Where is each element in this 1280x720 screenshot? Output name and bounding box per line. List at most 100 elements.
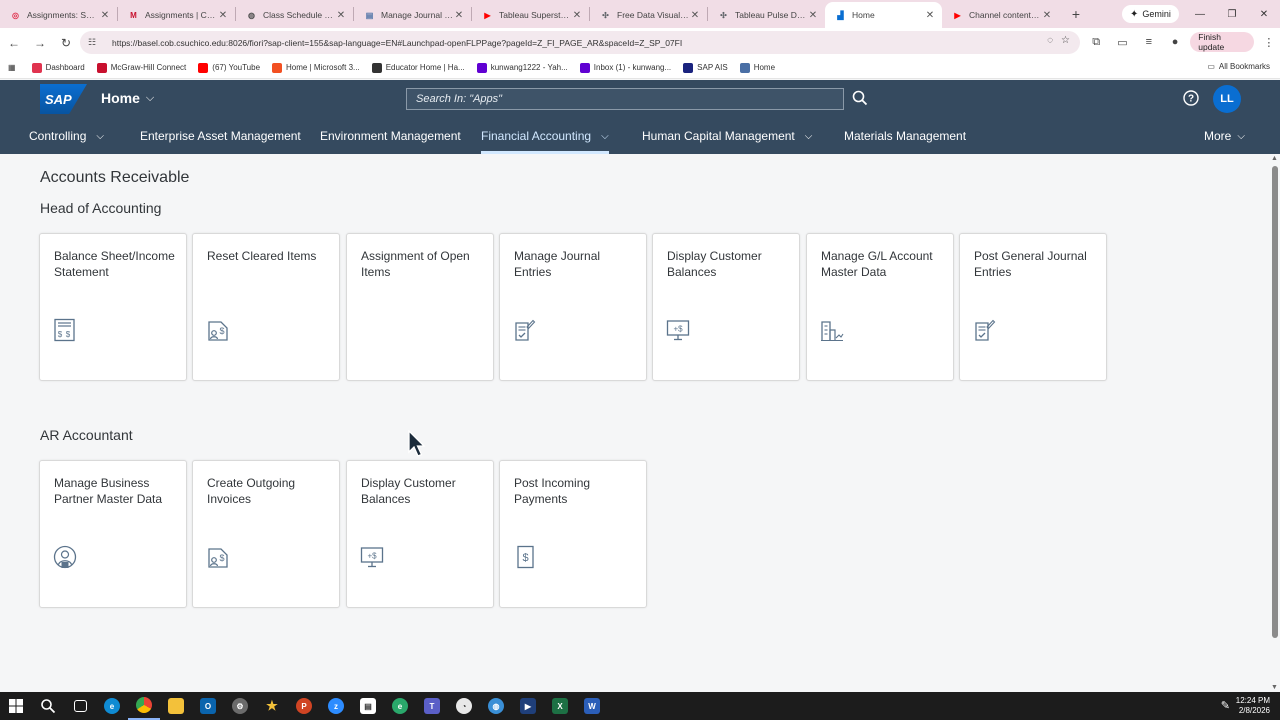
bookmark-star-icon[interactable]: ☆ <box>1061 35 1070 46</box>
bookmark-item[interactable]: Educator Home | Ha... <box>371 62 465 73</box>
apps-grid-icon[interactable]: ▦ <box>8 63 16 72</box>
window-close-icon[interactable]: ✕ <box>1248 0 1280 28</box>
site-info-icon[interactable]: ☷ <box>88 37 100 48</box>
scroll-down-icon[interactable]: ▼ <box>1271 684 1278 691</box>
browser-tab[interactable]: ✣ Tableau Pulse Demo ✕ <box>708 2 825 28</box>
avatar[interactable]: LL <box>1213 85 1241 113</box>
tile-display-customer-balances-ar[interactable]: Display Customer Balances +$ <box>346 460 494 608</box>
chevron-down-icon: ⌵ <box>96 130 104 142</box>
tile-post-incoming-payments[interactable]: Post Incoming Payments $ <box>499 460 647 608</box>
taskbar-app[interactable]: ⚙ <box>224 692 256 720</box>
close-icon[interactable]: ✕ <box>807 10 819 21</box>
taskbar-app[interactable]: W <box>576 692 608 720</box>
gemini-button[interactable]: ✦ Gemini <box>1122 5 1179 23</box>
taskbar-app[interactable]: e <box>384 692 416 720</box>
page-scrollbar[interactable]: ▲ ▼ <box>1270 154 1280 692</box>
bookmark-item[interactable]: Dashboard <box>31 62 85 73</box>
close-icon[interactable]: ✕ <box>1041 10 1053 21</box>
taskbar-app-chrome[interactable] <box>128 692 160 720</box>
taskbar-app[interactable]: X <box>544 692 576 720</box>
nav-item-controlling[interactable]: Controlling ⌵ <box>29 118 104 154</box>
home-menu-button[interactable]: Home ⌵ <box>101 90 154 106</box>
bookmark-item[interactable]: Inbox (1) - kunwang... <box>579 62 671 73</box>
nav-item-enterprise-asset-management[interactable]: Enterprise Asset Management <box>140 118 301 154</box>
sap-logo[interactable]: SAP <box>40 84 87 114</box>
restore-icon[interactable]: ❐ <box>1216 0 1248 28</box>
taskbar-search-button[interactable] <box>32 692 64 720</box>
help-icon[interactable]: ? <box>1182 89 1200 107</box>
close-icon[interactable]: ✕ <box>924 10 936 21</box>
tile-create-outgoing-invoices[interactable]: Create Outgoing Invoices $ <box>192 460 340 608</box>
address-bar[interactable]: ☷ https://basel.cob.csuchico.edu:8026/fi… <box>80 31 1080 54</box>
taskbar-app[interactable]: z <box>320 692 352 720</box>
close-icon[interactable]: ✕ <box>99 10 111 21</box>
teams-icon: T <box>424 698 440 714</box>
system-clock[interactable]: 12:24 PM 2/8/2026 <box>1236 696 1270 716</box>
taskbar-app[interactable]: e <box>96 692 128 720</box>
new-tab-button[interactable]: + <box>1065 3 1087 25</box>
browser-tab[interactable]: ▶ Channel content - YouTube ✕ <box>942 2 1059 28</box>
close-icon[interactable]: ✕ <box>571 10 583 21</box>
search-icon[interactable] <box>851 89 869 107</box>
browser-tab[interactable]: ◍ Class Schedule Listing ✕ <box>236 2 353 28</box>
back-icon[interactable]: ← <box>2 31 26 55</box>
close-icon[interactable]: ✕ <box>689 10 701 21</box>
nav-item-materials-management[interactable]: Materials Management <box>844 118 966 154</box>
tile-manage-business-partner-master-data[interactable]: Manage Business Partner Master Data <box>39 460 187 608</box>
tile-title: Manage G/L Account Master Data <box>821 249 933 279</box>
file-explorer-icon <box>168 698 184 714</box>
search-input[interactable]: Search In: "Apps" <box>406 88 844 110</box>
tile-manage-journal-entries[interactable]: Manage Journal Entries <box>499 233 647 381</box>
close-icon[interactable]: ✕ <box>453 10 465 21</box>
eye-off-icon[interactable]: ◌ <box>1047 35 1053 46</box>
browser-tab-active[interactable]: ▟ Home ✕ <box>825 2 942 28</box>
close-icon[interactable]: ✕ <box>335 10 347 21</box>
browser-tab[interactable]: M Assignments | Conn ✕ <box>118 2 235 28</box>
profile-icon[interactable]: ● <box>1164 31 1186 53</box>
menu-kebab-icon[interactable]: ⋮ <box>1258 31 1280 53</box>
tile-reset-cleared-items[interactable]: Reset Cleared Items $ <box>192 233 340 381</box>
bookmark-item[interactable]: (67) YouTube <box>198 62 260 73</box>
extensions-icon[interactable]: ⧉ <box>1085 31 1107 53</box>
browser-tab[interactable]: ✣ Free Data Visualization ✕ <box>590 2 707 28</box>
reload-icon[interactable]: ↻ <box>54 31 78 55</box>
tile-balance-sheet-income-statement[interactable]: Balance Sheet/Income Statement $ $ <box>39 233 187 381</box>
tab-search-icon[interactable]: ▭ <box>1111 31 1133 53</box>
pen-tray-icon[interactable]: ✎ <box>1221 699 1230 712</box>
taskbar-app[interactable] <box>160 692 192 720</box>
tile-assignment-of-open-items[interactable]: Assignment of Open Items <box>346 233 494 381</box>
tile-manage-gl-account-master-data[interactable]: Manage G/L Account Master Data <box>806 233 954 381</box>
browser-tab[interactable]: ▶ Tableau Superstore ✕ <box>472 2 589 28</box>
start-button[interactable] <box>0 692 32 720</box>
taskbar-app[interactable]: ★ <box>256 692 288 720</box>
scroll-up-icon[interactable]: ▲ <box>1271 155 1278 162</box>
taskbar-app[interactable]: P <box>288 692 320 720</box>
bookmark-item[interactable]: SAP AIS <box>683 62 728 73</box>
task-view-button[interactable] <box>64 692 96 720</box>
all-bookmarks-button[interactable]: ▭ All Bookmarks <box>1207 62 1270 71</box>
browser-tab[interactable]: ◎ Assignments: Spring ✕ <box>0 2 117 28</box>
reading-list-icon[interactable]: ≡ <box>1138 31 1160 53</box>
tile-post-general-journal-entries[interactable]: Post General Journal Entries <box>959 233 1107 381</box>
finish-update-button[interactable]: Finish update <box>1190 32 1254 52</box>
nav-item-human-capital-management[interactable]: Human Capital Management ⌵ <box>642 118 812 154</box>
minimize-icon[interactable]: — <box>1184 0 1216 28</box>
nav-item-environment-management[interactable]: Environment Management <box>320 118 461 154</box>
close-icon[interactable]: ✕ <box>217 10 229 21</box>
nav-item-financial-accounting[interactable]: Financial Accounting ⌵ <box>481 118 609 154</box>
bookmark-item[interactable]: McGraw-Hill Connect <box>96 62 186 73</box>
nav-more-button[interactable]: More ⌵ <box>1204 118 1245 154</box>
forward-icon[interactable]: → <box>28 31 52 55</box>
tile-display-customer-balances[interactable]: Display Customer Balances +$ <box>652 233 800 381</box>
taskbar-app[interactable]: T <box>416 692 448 720</box>
taskbar-app[interactable]: ◔ <box>448 692 480 720</box>
bookmark-item[interactable]: kunwang1222 - Yah... <box>476 62 568 73</box>
bookmark-item[interactable]: Home | Microsoft 3... <box>272 62 360 73</box>
taskbar-app[interactable]: ▶ <box>512 692 544 720</box>
taskbar-app[interactable]: ▤ <box>352 692 384 720</box>
scroll-thumb[interactable] <box>1272 166 1278 638</box>
bookmark-item[interactable]: Home <box>739 62 775 73</box>
browser-tab[interactable]: ▤ Manage Journal Entries ✕ <box>354 2 471 28</box>
taskbar-app[interactable]: O <box>192 692 224 720</box>
taskbar-app[interactable]: ◍ <box>480 692 512 720</box>
